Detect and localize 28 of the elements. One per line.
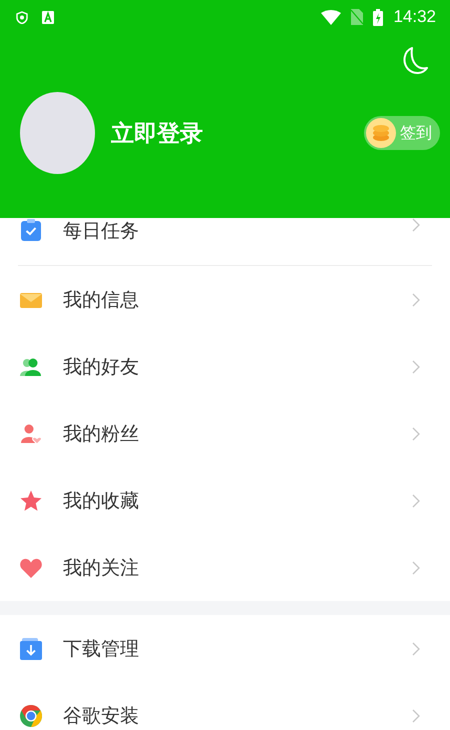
person-heart-icon xyxy=(19,422,43,446)
download-folder-icon xyxy=(19,636,43,660)
chevron-right-icon xyxy=(412,708,420,722)
chevron-right-icon xyxy=(412,292,420,306)
chevron-right-icon xyxy=(412,642,420,656)
menu-item[interactable]: 我的收藏 xyxy=(0,467,450,534)
menu-item[interactable]: 下载管理 xyxy=(0,615,450,682)
coins-icon xyxy=(366,118,396,148)
battery-charging-icon xyxy=(373,8,384,26)
chevron-right-icon xyxy=(412,560,420,574)
shield-icon xyxy=(16,10,28,24)
wifi-icon xyxy=(321,10,342,24)
no-sim-icon xyxy=(351,9,364,25)
star-icon xyxy=(19,488,43,512)
round-logo-icon xyxy=(19,704,43,728)
menu-item[interactable]: 我的信息 xyxy=(0,266,450,333)
clipboard-check-icon xyxy=(19,218,43,242)
status-time: 14:32 xyxy=(393,7,436,27)
menu-item[interactable]: 我的粉丝 xyxy=(0,400,450,467)
chevron-right-icon xyxy=(412,426,420,440)
chevron-right-icon xyxy=(412,494,420,508)
menu-item[interactable]: 谷歌安装 xyxy=(0,682,450,730)
chevron-right-icon xyxy=(412,360,420,374)
menu-item[interactable]: 我的好友 xyxy=(0,333,450,400)
chevron-right-icon xyxy=(412,218,420,232)
keyboard-a-icon xyxy=(42,10,54,24)
menu-item[interactable]: 每日任务 xyxy=(0,218,450,248)
menu-item[interactable]: 我的关注 xyxy=(0,534,450,601)
